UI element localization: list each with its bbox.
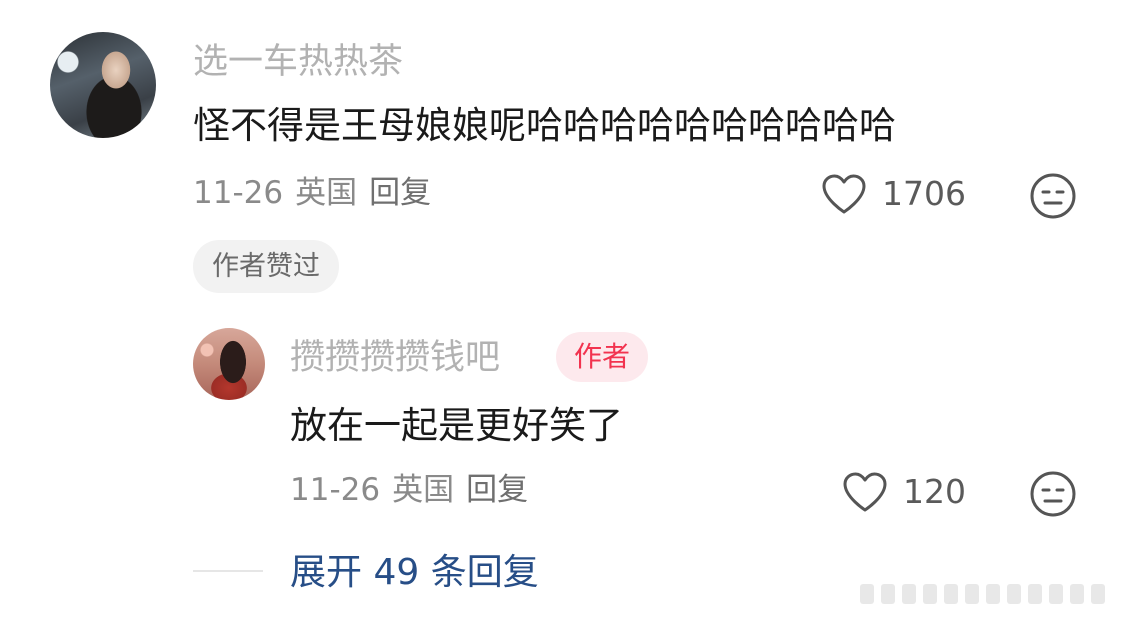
divider <box>193 570 263 572</box>
reply-username[interactable]: 攒攒攒攒钱吧 <box>290 338 500 378</box>
expand-replies-link[interactable]: 展开 49 条回复 <box>290 551 539 595</box>
like-button[interactable]: 1706 <box>820 172 966 216</box>
reply-dislike-button[interactable] <box>1029 470 1077 522</box>
comment-username[interactable]: 选一车热热茶 <box>193 42 403 82</box>
comment-text: 怪不得是王母娘娘呢哈哈哈哈哈哈哈哈哈哈 <box>193 104 896 147</box>
reply-like-button[interactable]: 120 <box>841 470 966 514</box>
reply-meta: 11-26 英国 回复 <box>290 472 540 508</box>
reply-button[interactable]: 回复 <box>369 175 431 211</box>
comment-location: 英国 <box>295 175 358 211</box>
neutral-face-icon <box>1030 471 1076 517</box>
reply-like-count: 120 <box>903 472 966 511</box>
comment-meta: 11-26 英国 回复 <box>193 175 443 211</box>
dislike-button[interactable] <box>1029 172 1077 224</box>
author-liked-badge: 作者赞过 <box>193 240 339 293</box>
reply-reply-button[interactable]: 回复 <box>466 472 528 508</box>
avatar[interactable] <box>50 32 156 138</box>
heart-outline-icon <box>843 472 887 512</box>
comment-date: 11-26 <box>193 175 284 211</box>
watermark <box>860 580 1115 608</box>
like-count: 1706 <box>882 174 966 213</box>
author-badge: 作者 <box>556 332 649 382</box>
reply-date: 11-26 <box>290 472 381 508</box>
reply-avatar[interactable] <box>193 328 265 400</box>
reply-text: 放在一起是更好笑了 <box>290 404 623 447</box>
reply-location: 英国 <box>392 472 455 508</box>
heart-outline-icon <box>822 174 866 214</box>
neutral-face-icon <box>1030 173 1076 219</box>
